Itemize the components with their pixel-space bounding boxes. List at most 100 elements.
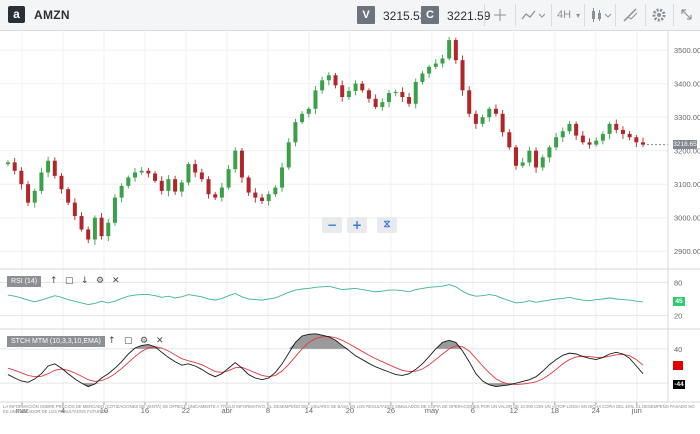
toolbar-divider: [615, 4, 616, 26]
candle-body: [6, 162, 10, 165]
current-price-tag: 3218.65: [673, 140, 697, 150]
crosshair-icon[interactable]: [491, 5, 509, 25]
rsi-line: [7, 284, 644, 306]
candle-body: [173, 179, 178, 192]
candle-body: [206, 179, 211, 195]
interval-selector[interactable]: 4H ▾: [557, 5, 583, 25]
candle-body: [300, 113, 305, 123]
candle-body: [487, 108, 492, 118]
chevron-down-icon: ▾: [576, 11, 581, 20]
oversold-shade: [8, 383, 643, 387]
candle-body: [420, 73, 425, 82]
candle-body: [534, 150, 539, 168]
candle-body: [239, 150, 244, 178]
candle-body: [12, 162, 17, 171]
rsi-series: [7, 284, 644, 306]
rsi-panel-label[interactable]: RSI (14): [7, 276, 42, 287]
zoom-in-icon[interactable]: +: [347, 217, 367, 233]
candle-body: [560, 131, 565, 138]
candle-body: [574, 123, 579, 136]
candle-body: [413, 81, 418, 104]
close-icon[interactable]: ✕: [156, 336, 164, 347]
candle-body: [360, 83, 365, 91]
candle-body: [32, 190, 37, 203]
candle-body: [467, 90, 472, 114]
toolbar-divider: [551, 4, 552, 26]
candle-body: [153, 173, 158, 181]
rsi-value-tag: 45: [673, 297, 685, 307]
toolbar-divider: [584, 4, 585, 26]
close-icon[interactable]: ✕: [112, 276, 120, 287]
candle-body: [306, 108, 311, 114]
candle-body: [480, 117, 485, 124]
candle-body: [159, 180, 164, 191]
candle-body: [600, 133, 605, 141]
candlestick-icon[interactable]: [590, 5, 614, 25]
candle-body: [313, 90, 318, 109]
candle-body: [213, 194, 218, 198]
candle-body: [380, 102, 385, 108]
candle-body: [447, 40, 452, 59]
candle-body: [233, 150, 238, 170]
candle-body: [59, 175, 64, 190]
candle-body: [440, 58, 445, 64]
candle-body: [460, 60, 465, 91]
sell-price: 3215.53: [383, 9, 427, 23]
interval-label: 4H: [557, 9, 572, 21]
share-icon[interactable]: ⧖: [377, 217, 397, 233]
candle-body: [119, 185, 124, 198]
gear-icon[interactable]: ⚙: [96, 276, 104, 287]
candle-body: [99, 217, 104, 237]
candle-body: [594, 140, 599, 145]
gear-icon[interactable]: ⚙: [140, 336, 148, 347]
candle-body: [507, 132, 512, 148]
candle-body: [266, 194, 271, 201]
candle-body: [473, 113, 478, 124]
candle-body: [320, 80, 325, 91]
arrow-up-icon[interactable]: ↑: [50, 276, 58, 287]
candlestick-series: [6, 37, 668, 245]
settings-icon[interactable]: [651, 5, 667, 25]
stoch-axis-label: 40: [674, 345, 682, 354]
line-chart-icon[interactable]: [521, 5, 546, 25]
expand-icon[interactable]: ▢: [124, 336, 133, 347]
candle-body: [540, 157, 545, 168]
candle-body: [567, 123, 572, 132]
candle-body: [126, 177, 131, 186]
toolbar-divider: [515, 4, 516, 26]
arrow-down-icon[interactable]: ↓: [81, 276, 89, 287]
candle-body: [554, 137, 559, 148]
candle-body: [79, 216, 84, 230]
candle-body: [366, 90, 371, 99]
candle-body: [427, 66, 432, 74]
fullscreen-icon[interactable]: [679, 5, 695, 25]
candle-body: [514, 147, 518, 166]
ticker-symbol[interactable]: AMZN: [34, 8, 70, 22]
candle-body: [273, 187, 278, 195]
candle-body: [387, 93, 391, 103]
candle-body: [620, 129, 625, 134]
candle-body: [146, 170, 151, 174]
candle-body: [280, 167, 285, 188]
candle-body: [407, 97, 412, 104]
sell-button[interactable]: V: [357, 6, 375, 24]
toolbar-divider: [673, 4, 674, 26]
candle-body: [112, 197, 117, 223]
stoch-d-value-tag: [673, 360, 683, 370]
candle-body: [106, 222, 111, 237]
price-axis-label: 3000.00: [674, 214, 700, 223]
candle-body: [226, 169, 231, 188]
buy-button[interactable]: C: [421, 6, 439, 24]
candle-body: [19, 170, 24, 185]
candle-body: [133, 172, 137, 178]
candle-body: [520, 162, 525, 166]
candle-body: [346, 91, 351, 98]
expand-icon[interactable]: ▢: [65, 276, 74, 287]
price-axis-label: 3500.00: [674, 46, 700, 55]
indicators-icon[interactable]: [622, 5, 640, 25]
stoch-k-value-tag: -44: [673, 380, 685, 390]
zoom-out-icon[interactable]: −: [322, 217, 342, 233]
arrow-up-icon[interactable]: ↑: [108, 336, 116, 347]
stoch-panel-label[interactable]: STCH MTM (10,3,3,10,EMA): [7, 336, 105, 347]
price-axis-label: 3100.00: [674, 180, 700, 189]
